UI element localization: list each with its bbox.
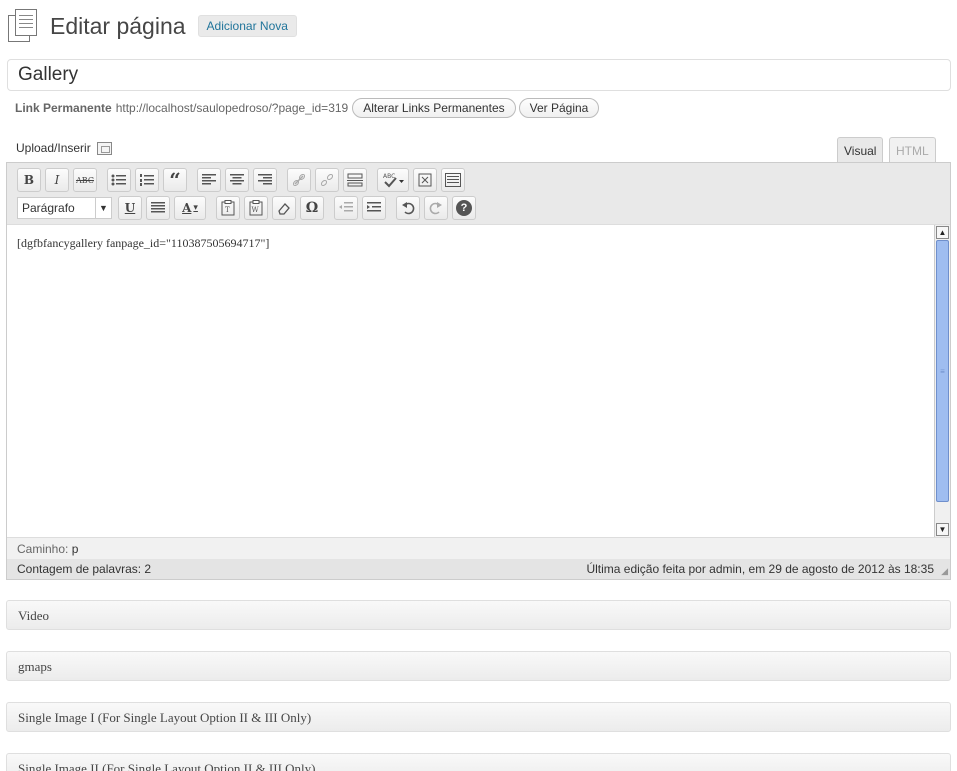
text-color-button[interactable]: A <box>174 196 206 220</box>
numbered-list-button[interactable] <box>135 168 159 192</box>
redo-icon <box>429 202 442 215</box>
upload-insert[interactable]: Upload/Inserir <box>16 141 112 155</box>
pages-icon <box>8 9 40 43</box>
editor-content-text[interactable]: [dgfbfancygallery fanpage_id="1103875056… <box>17 236 269 251</box>
outdent-icon <box>339 202 353 212</box>
last-edited: Última edição feita por admin, em 29 de … <box>586 562 934 576</box>
scroll-up-icon[interactable]: ▲ <box>936 226 949 239</box>
eraser-icon <box>278 203 290 215</box>
align-left-icon <box>202 174 216 185</box>
svg-text:T: T <box>225 206 230 214</box>
editor-content[interactable]: [dgfbfancygallery fanpage_id="1103875056… <box>7 224 950 538</box>
underline-button[interactable]: U <box>118 196 142 220</box>
path-label: Caminho: <box>17 542 69 556</box>
paste-word-button[interactable]: W <box>244 196 268 220</box>
tab-html[interactable]: HTML <box>889 137 936 163</box>
meta-box-gmaps[interactable]: gmaps <box>6 651 951 681</box>
kitchen-sink-button[interactable] <box>441 168 465 192</box>
toolbar-row-1: B I ABC “ ABC <box>17 167 469 193</box>
paste-text-icon: T <box>221 200 235 216</box>
editor-status-bar: Contagem de palavras: 2 Última edição fe… <box>7 559 950 579</box>
italic-button[interactable]: I <box>45 168 69 192</box>
toolbar-row-2: Parágrafo ▼ U A T W Ω <box>17 195 480 221</box>
paste-word-icon: W <box>249 200 263 216</box>
link-icon <box>292 173 306 187</box>
special-character-button[interactable]: Ω <box>300 196 324 220</box>
more-tag-icon <box>347 173 363 187</box>
help-icon: ? <box>456 200 472 216</box>
kitchen-sink-icon <box>445 173 461 187</box>
help-button[interactable]: ? <box>452 196 476 220</box>
bullet-list-icon <box>111 174 126 186</box>
resize-handle-icon[interactable]: ◢ <box>941 566 948 577</box>
align-center-button[interactable] <box>225 168 249 192</box>
undo-icon <box>402 202 415 215</box>
fullscreen-icon <box>418 173 432 187</box>
editor-path: Caminho: p <box>7 538 950 559</box>
page-title: Editar página <box>50 12 186 39</box>
align-right-icon <box>258 174 272 185</box>
justify-icon <box>151 202 165 213</box>
indent-button[interactable] <box>362 196 386 220</box>
meta-box-video[interactable]: Video <box>6 600 951 630</box>
strikethrough-button[interactable]: ABC <box>73 168 97 192</box>
permalink-url[interactable]: http://localhost/saulopedroso/?page_id=3… <box>116 101 349 115</box>
blockquote-button[interactable]: “ <box>163 168 187 192</box>
paste-text-button[interactable]: T <box>216 196 240 220</box>
align-right-button[interactable] <box>253 168 277 192</box>
bullet-list-button[interactable] <box>107 168 131 192</box>
word-count: Contagem de palavras: 2 <box>17 562 152 576</box>
svg-text:W: W <box>252 206 260 214</box>
insert-link-button[interactable] <box>287 168 311 192</box>
page-header: Editar página Adicionar Nova <box>8 8 297 44</box>
unlink-icon <box>320 173 334 187</box>
permalink-row: Link Permanente http://localhost/saulope… <box>15 97 602 119</box>
numbered-list-icon <box>140 174 154 186</box>
align-center-icon <box>230 174 244 185</box>
path-value[interactable]: p <box>72 542 79 556</box>
view-page-button[interactable]: Ver Página <box>518 98 600 118</box>
undo-button[interactable] <box>396 196 420 220</box>
outdent-button[interactable] <box>334 196 358 220</box>
format-select[interactable]: Parágrafo ▼ <box>17 197 112 219</box>
tab-visual[interactable]: Visual <box>837 137 884 163</box>
editor-scrollbar[interactable]: ▲ ≡ ▼ <box>934 225 950 537</box>
fullscreen-button[interactable] <box>413 168 437 192</box>
redo-button[interactable] <box>424 196 448 220</box>
scrollbar-thumb[interactable]: ≡ <box>936 240 949 502</box>
spellcheck-icon: ABC <box>383 173 404 188</box>
meta-box-single-image-2[interactable]: Single Image II (For Single Layout Optio… <box>6 753 951 771</box>
svg-text:ABC: ABC <box>383 173 395 180</box>
meta-box-single-image-1[interactable]: Single Image I (For Single Layout Option… <box>6 702 951 732</box>
add-new-button[interactable]: Adicionar Nova <box>197 15 297 37</box>
spellcheck-button[interactable]: ABC <box>377 168 409 192</box>
permalink-label: Link Permanente <box>15 101 112 115</box>
align-left-button[interactable] <box>197 168 221 192</box>
scroll-down-icon[interactable]: ▼ <box>936 523 949 536</box>
upload-insert-label: Upload/Inserir <box>16 141 91 155</box>
bold-button[interactable]: B <box>17 168 41 192</box>
insert-more-button[interactable] <box>343 168 367 192</box>
unlink-button[interactable] <box>315 168 339 192</box>
chevron-down-icon: ▼ <box>95 198 111 218</box>
editor: B I ABC “ ABC Parágrafo ▼ U A ▾ T W Ω ? … <box>6 162 951 580</box>
add-media-icon[interactable] <box>96 141 112 155</box>
editor-toolbar: B I ABC “ ABC Parágrafo ▼ U A ▾ T W Ω ? <box>7 163 950 224</box>
remove-format-button[interactable] <box>272 196 296 220</box>
format-select-value: Parágrafo <box>22 201 75 215</box>
indent-icon <box>367 202 381 212</box>
change-permalinks-button[interactable]: Alterar Links Permanentes <box>352 98 516 118</box>
post-title-input[interactable]: Gallery <box>7 59 951 91</box>
justify-button[interactable] <box>146 196 170 220</box>
